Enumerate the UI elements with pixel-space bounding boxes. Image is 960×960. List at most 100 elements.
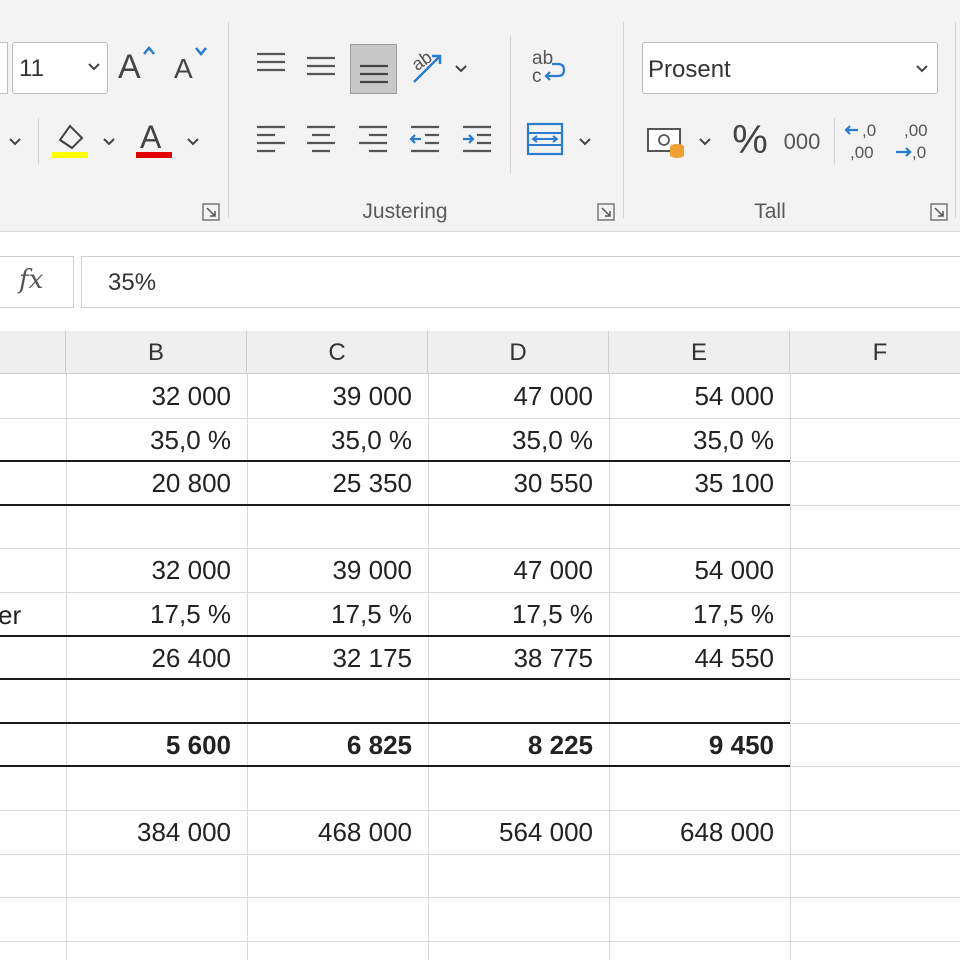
cell[interactable] (428, 766, 593, 809)
column-header-c[interactable]: C (247, 331, 428, 374)
cell[interactable]: 35,0 % (247, 418, 412, 461)
cell[interactable] (609, 679, 774, 722)
column-header-e[interactable]: E (609, 331, 790, 374)
cell[interactable] (247, 766, 412, 809)
font-size-dropdown[interactable]: 11 (12, 42, 108, 94)
chevron-down-icon (87, 59, 101, 77)
cell[interactable]: 32 000 (66, 548, 231, 591)
cell[interactable]: 35,0 % (66, 418, 231, 461)
chevron-down-icon[interactable] (98, 122, 120, 162)
increase-decimal-icon[interactable]: ,0 ,00 (842, 116, 886, 164)
cell[interactable] (66, 679, 231, 722)
chevron-down-icon[interactable] (182, 122, 204, 162)
decrease-indent-icon[interactable] (402, 118, 448, 162)
percent-icon[interactable]: % (726, 116, 774, 164)
align-middle-icon[interactable] (298, 42, 344, 88)
align-left-icon[interactable] (248, 118, 294, 162)
cell[interactable]: 35 100 (609, 461, 774, 504)
cell[interactable]: 648 000 (609, 810, 774, 853)
align-right-icon[interactable] (350, 118, 396, 162)
cell[interactable]: 20 800 (66, 461, 231, 504)
cell[interactable] (247, 505, 412, 548)
cell[interactable]: 5 600 (66, 723, 231, 766)
increase-font-glyph: A (118, 48, 141, 86)
cell[interactable] (428, 505, 593, 548)
cell[interactable]: 35,0 % (428, 418, 593, 461)
cell[interactable]: 17,5 % (609, 592, 774, 635)
align-center-icon[interactable] (298, 118, 344, 162)
chevron-down-icon[interactable] (4, 122, 26, 162)
font-dialog-launcher-icon[interactable] (202, 203, 220, 221)
cell[interactable]: 30 550 (428, 461, 593, 504)
cell[interactable]: 8 225 (428, 723, 593, 766)
cell[interactable]: 35,0 % (609, 418, 774, 461)
increase-indent-icon[interactable] (454, 118, 500, 162)
row-label-fragment[interactable]: er (0, 593, 58, 636)
cell-area[interactable]: er 32 000 39 000 47 000 54 000 35,0 % 35,0 % 3… (0, 374, 960, 960)
align-top-icon[interactable] (248, 42, 294, 88)
font-color-glyph: A (140, 119, 162, 155)
decrease-font-icon[interactable]: A (170, 40, 214, 90)
cell[interactable]: 32 000 (66, 374, 231, 417)
formula-input[interactable]: 35% (81, 256, 960, 308)
cell[interactable]: 38 775 (428, 636, 593, 679)
cell[interactable]: 17,5 % (428, 592, 593, 635)
orientation-icon[interactable]: ab (404, 42, 450, 92)
column-header-d[interactable]: D (428, 331, 609, 374)
fill-color-icon[interactable] (50, 118, 92, 162)
number-dialog-launcher-icon[interactable] (930, 203, 948, 221)
increase-font-icon[interactable]: A (116, 40, 162, 90)
alignment-dialog-launcher-icon[interactable] (597, 203, 615, 221)
cell[interactable]: 54 000 (609, 548, 774, 591)
cell[interactable]: 25 350 (247, 461, 412, 504)
cell[interactable]: 39 000 (247, 374, 412, 417)
svg-text:ab: ab (408, 47, 436, 75)
decrease-decimal-top-text: ,00 (904, 121, 928, 140)
cell[interactable]: 47 000 (428, 548, 593, 591)
chevron-down-icon[interactable] (450, 54, 472, 84)
accounting-format-icon[interactable] (644, 118, 690, 164)
decrease-font-glyph: A (174, 53, 193, 84)
spreadsheet-grid: B C D E F er 32 000 39 000 47 000 54 000 35,… (0, 331, 960, 960)
row-gridline (0, 941, 960, 942)
cell[interactable] (428, 679, 593, 722)
wrap-text-icon[interactable]: ab c (522, 42, 572, 92)
cell[interactable]: 39 000 (247, 548, 412, 591)
font-name-dropdown[interactable] (0, 42, 8, 94)
increase-decimal-bottom-text: ,00 (850, 143, 874, 162)
cell[interactable]: 54 000 (609, 374, 774, 417)
comma-style-icon[interactable]: 000 (778, 122, 826, 162)
chevron-down-icon[interactable] (694, 124, 716, 160)
insert-function-button[interactable]: fx (0, 256, 74, 308)
column-header-row: B C D E F (0, 331, 960, 374)
cell[interactable]: 6 825 (247, 723, 412, 766)
column-header-f[interactable]: F (790, 331, 960, 374)
formula-value: 35% (108, 269, 157, 296)
ribbon: 11 A A A ab ab c Justering Prosent % 000… (0, 0, 960, 232)
cell[interactable]: 384 000 (66, 810, 231, 853)
cell[interactable] (66, 505, 231, 548)
cell[interactable] (66, 766, 231, 809)
cell[interactable]: 9 450 (609, 723, 774, 766)
number-format-dropdown[interactable]: Prosent (642, 42, 938, 94)
merge-center-icon[interactable] (522, 116, 568, 162)
cell[interactable]: 32 175 (247, 636, 412, 679)
cell[interactable]: 468 000 (247, 810, 412, 853)
font-color-icon[interactable]: A (134, 116, 174, 162)
column-header-a[interactable] (0, 331, 66, 374)
column-header-b[interactable]: B (66, 331, 247, 374)
cell[interactable]: 44 550 (609, 636, 774, 679)
align-bottom-icon[interactable] (350, 44, 397, 94)
cell[interactable]: 564 000 (428, 810, 593, 853)
row-gridline (0, 854, 960, 855)
cell[interactable] (247, 679, 412, 722)
cell[interactable]: 17,5 % (247, 592, 412, 635)
cell[interactable] (609, 505, 774, 548)
cell[interactable] (609, 766, 774, 809)
chevron-down-icon[interactable] (574, 124, 596, 160)
cell[interactable]: 17,5 % (66, 592, 231, 635)
fx-label: fx (19, 265, 44, 295)
decrease-decimal-icon[interactable]: ,00 ,0 (892, 116, 938, 164)
cell[interactable]: 26 400 (66, 636, 231, 679)
cell[interactable]: 47 000 (428, 374, 593, 417)
